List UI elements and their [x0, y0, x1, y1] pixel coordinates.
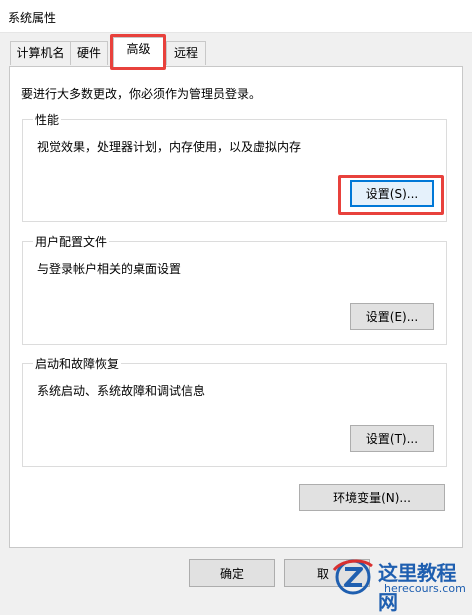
admin-notice: 要进行大多数更改，你必须作为管理员登录。 — [21, 87, 262, 101]
performance-settings-button[interactable]: 设置(S)... — [350, 180, 434, 207]
performance-group: 性能 视觉效果，处理器计划，内存使用，以及虚拟内存 设置(S)... — [22, 111, 447, 222]
startup-recovery-description: 系统启动、系统故障和调试信息 — [37, 384, 206, 398]
ok-button[interactable]: 确定 — [189, 559, 275, 587]
startup-recovery-group-title: 启动和故障恢复 — [33, 355, 122, 372]
performance-group-title: 性能 — [33, 111, 62, 128]
tab-computer-name[interactable]: 计算机名 — [10, 41, 71, 65]
user-profile-group-title: 用户配置文件 — [33, 233, 110, 250]
window-title: 系统属性 — [8, 11, 57, 25]
tab-remote[interactable]: 远程 — [166, 41, 206, 65]
performance-description: 视觉效果，处理器计划，内存使用，以及虚拟内存 — [37, 140, 302, 154]
user-profile-settings-button[interactable]: 设置(E)... — [350, 303, 434, 330]
tab-hardware[interactable]: 硬件 — [70, 41, 108, 65]
watermark-logo-icon — [332, 559, 373, 595]
environment-variables-button[interactable]: 环境变量(N)... — [299, 484, 445, 511]
user-profile-description: 与登录帐户相关的桌面设置 — [37, 262, 182, 276]
startup-recovery-group: 启动和故障恢复 系统启动、系统故障和调试信息 设置(T)... — [22, 355, 447, 467]
startup-recovery-settings-button[interactable]: 设置(T)... — [350, 425, 434, 452]
site-watermark: 这里教程网 herecours.com — [328, 554, 472, 614]
tab-advanced[interactable]: 高级 — [113, 37, 164, 67]
watermark-url: herecours.com — [384, 582, 466, 595]
user-profile-group: 用户配置文件 与登录帐户相关的桌面设置 设置(E)... — [22, 233, 447, 345]
title-bar: 系统属性 — [0, 0, 472, 33]
